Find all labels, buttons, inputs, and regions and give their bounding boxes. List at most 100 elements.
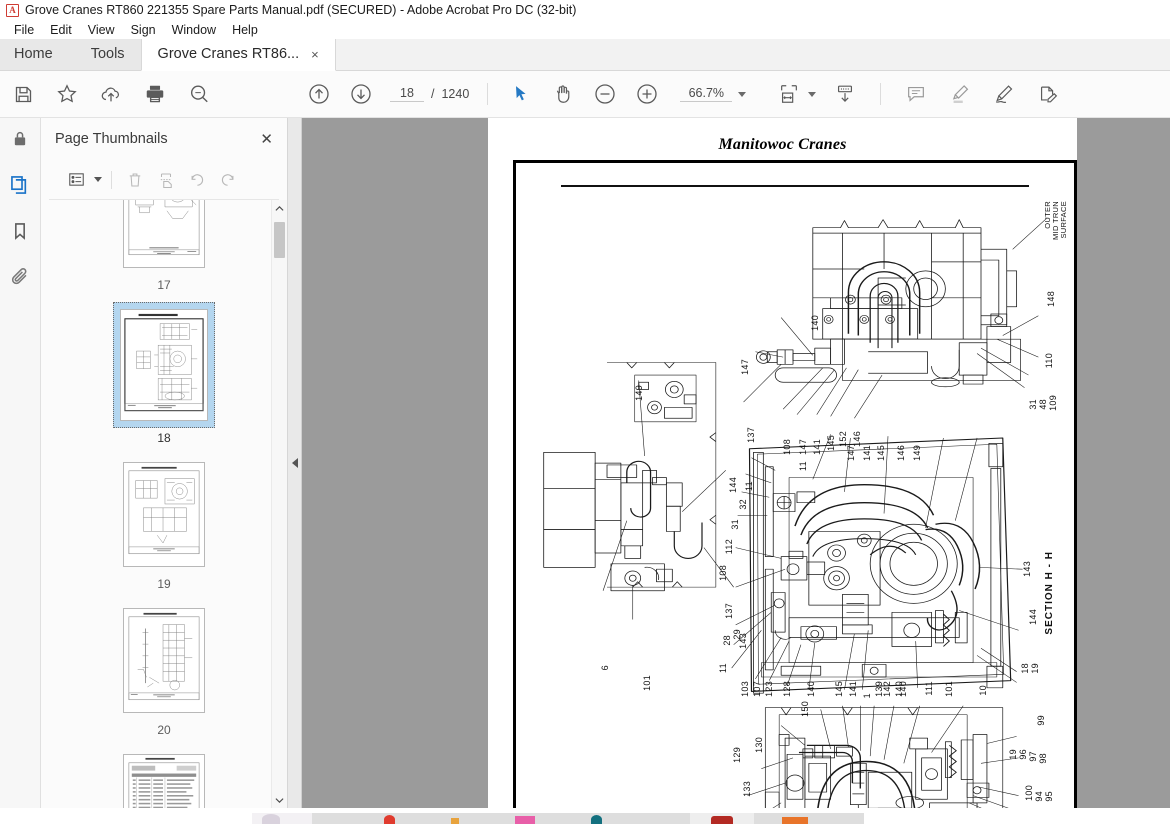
thumbnail-frame bbox=[116, 455, 212, 574]
menu-file[interactable]: File bbox=[6, 22, 42, 38]
callout-96: 96 bbox=[1018, 749, 1028, 760]
menu-view[interactable]: View bbox=[80, 22, 123, 38]
menu-window[interactable]: Window bbox=[164, 22, 224, 38]
bookmarks-icon[interactable] bbox=[5, 216, 35, 246]
document-viewer[interactable]: Manitowoc Cranes OUTER MID TRUN SURFACE … bbox=[288, 118, 1170, 808]
zoom-control bbox=[680, 86, 747, 102]
menu-help[interactable]: Help bbox=[224, 22, 266, 38]
scroll-down-icon[interactable] bbox=[272, 792, 287, 808]
chevron-down-icon[interactable] bbox=[738, 91, 747, 97]
hand-tool-icon[interactable] bbox=[548, 79, 578, 109]
delete-pages-icon[interactable] bbox=[121, 166, 148, 193]
callout-123: 123 bbox=[764, 681, 774, 697]
document-border-frame: OUTER MID TRUN SURFACE 148 110 31 48 109 bbox=[513, 160, 1077, 808]
scrollbar-thumb[interactable] bbox=[274, 222, 285, 258]
extract-pages-icon[interactable] bbox=[152, 166, 179, 193]
comment-icon[interactable] bbox=[901, 79, 931, 109]
sign-icon[interactable] bbox=[989, 79, 1019, 109]
thumbnail-list[interactable]: 17 18 19 20 bbox=[41, 200, 287, 808]
stamp-icon[interactable] bbox=[1033, 79, 1063, 109]
thumbnail-page-18[interactable]: 18 bbox=[113, 302, 215, 445]
callout-110: 110 bbox=[1044, 353, 1054, 369]
callout-95: 95 bbox=[1044, 791, 1054, 802]
callout-150: 150 bbox=[800, 701, 810, 717]
callout-111: 111 bbox=[924, 681, 934, 696]
tab-close-icon[interactable]: × bbox=[311, 47, 319, 62]
tab-tools[interactable]: Tools bbox=[74, 38, 141, 70]
taskbar-item-orangebar[interactable] bbox=[782, 817, 808, 824]
page-display-icon[interactable] bbox=[830, 79, 860, 109]
callout-97: 97 bbox=[1028, 751, 1038, 762]
page-thumbnails-icon[interactable] bbox=[5, 170, 35, 200]
taskbar-item-orange-cell[interactable] bbox=[754, 813, 864, 824]
callout-108-b: 108 bbox=[718, 565, 728, 581]
callout-129: 129 bbox=[732, 747, 742, 763]
tab-document[interactable]: Grove Cranes RT86... × bbox=[140, 38, 336, 71]
star-icon[interactable] bbox=[52, 79, 82, 109]
drawing-svg bbox=[543, 218, 1047, 808]
main-content: Page Thumbnails ✕ 17 18 19 20 Manitowoc … bbox=[0, 118, 1170, 808]
thumbnail-image bbox=[123, 608, 205, 713]
callout-148: 148 bbox=[1046, 291, 1056, 307]
taskbar-item-teal[interactable] bbox=[591, 815, 602, 824]
thumbnail-label: 19 bbox=[157, 577, 171, 591]
callout-107: 107 bbox=[752, 681, 762, 697]
menu-edit[interactable]: Edit bbox=[42, 22, 80, 38]
save-icon[interactable] bbox=[8, 79, 38, 109]
previous-page-icon[interactable] bbox=[304, 79, 334, 109]
page-navigation: / 1240 bbox=[390, 86, 469, 102]
callout-11-c: 11 bbox=[718, 663, 728, 673]
thumbnail-page-20[interactable]: 20 bbox=[116, 601, 212, 737]
taskbar-item-darkred[interactable] bbox=[711, 816, 733, 824]
security-lock-icon[interactable] bbox=[5, 124, 35, 154]
window-title: Grove Cranes RT860 221355 Spare Parts Ma… bbox=[25, 3, 577, 17]
taskbar-thumbnail-preview[interactable] bbox=[252, 813, 312, 824]
print-icon[interactable] bbox=[140, 79, 170, 109]
thumbnails-scrollbar[interactable] bbox=[271, 200, 287, 808]
menu-sign[interactable]: Sign bbox=[123, 22, 164, 38]
taskbar-item-pink[interactable] bbox=[515, 816, 535, 824]
callout-1: 1 bbox=[862, 693, 872, 699]
thumbnail-page-19[interactable]: 19 bbox=[116, 455, 212, 591]
callout-140-a: 140 bbox=[810, 315, 820, 331]
page-number-input[interactable] bbox=[390, 86, 424, 102]
search-icon[interactable] bbox=[184, 79, 214, 109]
rotate-cw-icon[interactable] bbox=[214, 166, 241, 193]
callout-147-a: 147 bbox=[740, 359, 750, 375]
taskbar-item-darkred-cell[interactable] bbox=[690, 813, 754, 824]
close-icon[interactable]: ✕ bbox=[260, 130, 273, 148]
thumbnail-page-17[interactable]: 17 bbox=[116, 200, 212, 292]
tab-home[interactable]: Home bbox=[0, 38, 75, 70]
taskbar-item-orange[interactable] bbox=[451, 818, 459, 824]
taskbar-items-strip[interactable] bbox=[312, 813, 690, 824]
callout-145-b: 145 bbox=[876, 445, 886, 461]
next-page-icon[interactable] bbox=[346, 79, 376, 109]
callout-144-b: 144 bbox=[1028, 609, 1038, 625]
page-total: 1240 bbox=[441, 87, 470, 101]
attachments-icon[interactable] bbox=[5, 262, 35, 292]
callout-143-b: 143 bbox=[1022, 561, 1032, 577]
thumbnail-options-chevron-icon[interactable] bbox=[94, 177, 102, 182]
zoom-out-icon[interactable] bbox=[590, 79, 620, 109]
thumbnail-options-icon[interactable] bbox=[63, 166, 90, 193]
zoom-value-input[interactable] bbox=[680, 86, 733, 102]
rotate-ccw-icon[interactable] bbox=[183, 166, 210, 193]
highlight-icon[interactable] bbox=[945, 79, 975, 109]
callout-145-c: 145 bbox=[834, 681, 844, 697]
callout-139: 139 bbox=[874, 681, 884, 697]
callout-149-a: 149 bbox=[634, 385, 644, 401]
fit-page-icon[interactable] bbox=[774, 79, 804, 109]
callout-144-a: 144 bbox=[728, 477, 738, 493]
zoom-in-icon[interactable] bbox=[632, 79, 662, 109]
taskbar-item-red-circle[interactable] bbox=[384, 815, 395, 824]
cloud-upload-icon[interactable] bbox=[96, 79, 126, 109]
scroll-up-icon[interactable] bbox=[272, 200, 287, 216]
select-cursor-icon[interactable] bbox=[506, 79, 536, 109]
thumbnail-image bbox=[123, 754, 205, 808]
fit-page-chevron-icon[interactable] bbox=[808, 91, 817, 97]
tab-home-label: Home bbox=[14, 46, 53, 62]
collapse-panel-button[interactable] bbox=[288, 118, 302, 808]
windows-taskbar[interactable] bbox=[0, 808, 1170, 824]
thumbnail-page-21[interactable]: 21 bbox=[116, 747, 212, 808]
callout-137-b: 137 bbox=[724, 603, 734, 619]
